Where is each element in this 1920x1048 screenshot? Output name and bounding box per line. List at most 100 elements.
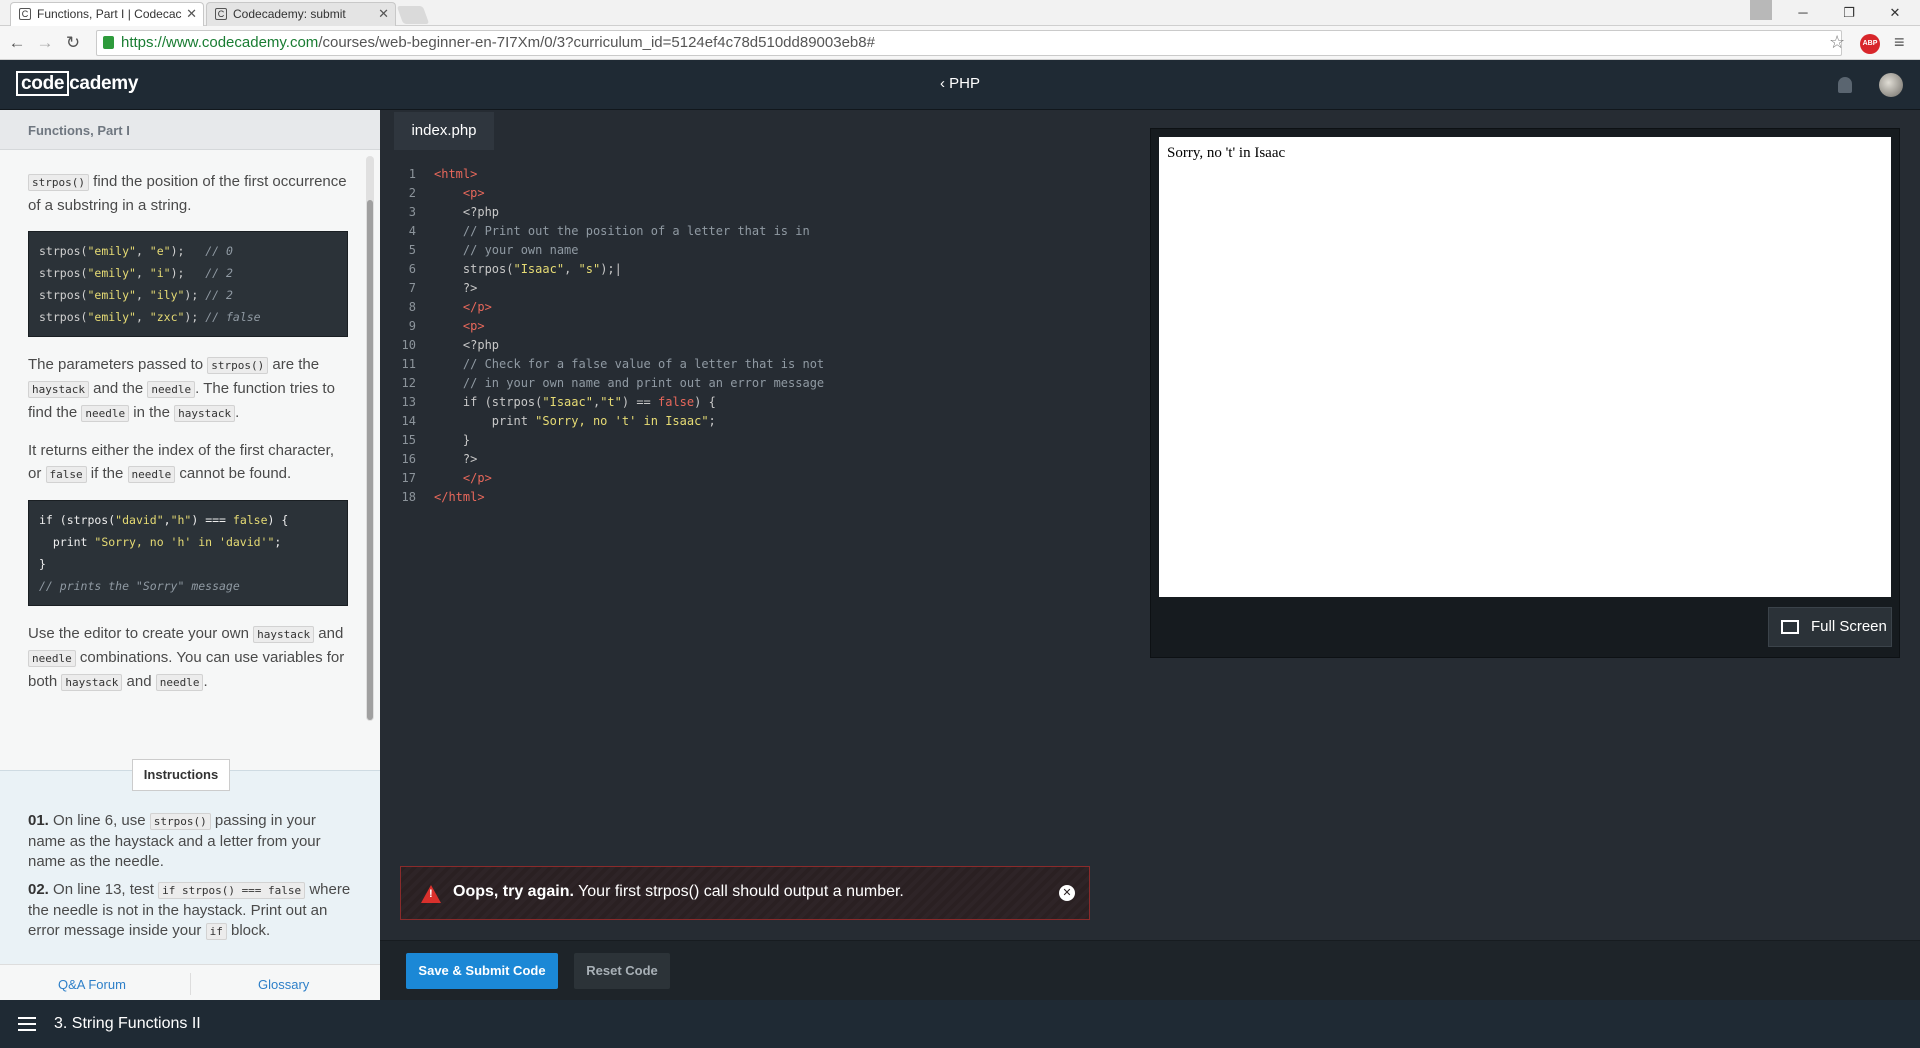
line-number: 8 [408, 300, 416, 314]
code-line[interactable]: 13 if (strpos("Isaac","t") == false) { [380, 393, 1110, 412]
reset-code-button[interactable]: Reset Code [574, 953, 670, 989]
line-number: 7 [408, 281, 416, 295]
code-line[interactable]: 15 } [380, 431, 1110, 450]
lesson-paragraph: strpos() find the position of the first … [28, 173, 347, 214]
line-number: 13 [401, 395, 416, 409]
code-line[interactable]: 10 <?php [380, 336, 1110, 355]
instructions-tab[interactable]: Instructions [132, 759, 230, 791]
code-line[interactable]: 7 ?> [380, 279, 1110, 298]
back-arrow-icon[interactable]: ← [6, 32, 28, 54]
divider [190, 973, 191, 995]
line-number: 3 [408, 205, 416, 219]
browser-menu-icon[interactable]: ≡ [1894, 32, 1905, 53]
lesson-scrollbar-thumb[interactable] [367, 200, 373, 720]
line-content[interactable]: <p> [434, 184, 485, 203]
code-line[interactable]: 1 <html> [380, 165, 1110, 184]
code-line[interactable]: 17 </p> [380, 469, 1110, 488]
new-tab-button[interactable] [396, 6, 430, 24]
avatar[interactable] [1879, 73, 1903, 97]
line-number: 15 [401, 433, 416, 447]
code-line[interactable]: 11 // Check for a false value of a lette… [380, 355, 1110, 374]
lesson-footer-links: Q&A Forum Glossary [0, 964, 380, 1000]
line-content[interactable]: </html> [434, 488, 485, 507]
codecademy-logo[interactable]: code cademy [16, 71, 138, 96]
course-title-link[interactable]: ‹ PHP [940, 75, 980, 92]
fullscreen-icon [1781, 620, 1799, 634]
code-line[interactable]: 18 </html> [380, 488, 1110, 507]
line-content[interactable]: <?php [434, 336, 499, 355]
full-screen-button[interactable]: Full Screen [1768, 607, 1892, 647]
qa-forum-link[interactable]: Q&A Forum [58, 977, 126, 992]
instruction-item: 01. On line 6, use strpos() passing in y… [28, 812, 321, 870]
code-line[interactable]: 14 print "Sorry, no 't' in Isaac"; [380, 412, 1110, 431]
line-content[interactable]: <?php [434, 203, 499, 222]
save-submit-button[interactable]: Save & Submit Code [406, 953, 558, 989]
glossary-link[interactable]: Glossary [258, 977, 309, 992]
tab-label: Codecademy: submit [233, 7, 346, 21]
code-line[interactable]: 9 <p> [380, 317, 1110, 336]
menu-icon[interactable] [18, 1017, 36, 1031]
code-example-line: strpos("emily", "e"); // 0 [39, 244, 233, 258]
close-error-icon[interactable]: ✕ [1059, 885, 1075, 901]
browser-tab-strip: C Functions, Part I | Codecac ✕ C Codeca… [0, 0, 1920, 26]
url-input[interactable]: https://www.codecademy.com/courses/web-b… [96, 30, 1842, 56]
preview-output-text: Sorry, no 't' in Isaac [1167, 145, 1286, 161]
code-example-line: strpos("emily", "zxc"); // false [39, 310, 261, 324]
line-content[interactable]: <p> [434, 317, 485, 336]
line-number: 5 [408, 243, 416, 257]
line-number: 12 [401, 376, 416, 390]
line-content[interactable]: // in your own name and print out an err… [434, 374, 824, 393]
close-tab-icon[interactable]: ✕ [186, 6, 197, 22]
code-line[interactable]: 8 </p> [380, 298, 1110, 317]
restore-icon[interactable]: ❐ [1826, 0, 1872, 26]
unit-title[interactable]: 3. String Functions II [54, 1015, 201, 1033]
lesson-title: Functions, Part I [0, 110, 380, 150]
line-content[interactable]: ?> [434, 279, 477, 298]
adblock-plus-icon[interactable]: ABP [1860, 34, 1880, 54]
line-content[interactable]: // Check for a false value of a letter t… [434, 355, 824, 374]
reload-icon[interactable]: ↻ [62, 32, 84, 54]
line-content[interactable]: // your own name [434, 241, 579, 260]
chevron-left-icon: ‹ [940, 75, 950, 92]
line-content[interactable]: strpos("Isaac", "s");| [434, 260, 622, 279]
code-line[interactable]: 2 <p> [380, 184, 1110, 203]
code-line[interactable]: 4 // Print out the position of a letter … [380, 222, 1110, 241]
line-number: 4 [408, 224, 416, 238]
close-window-icon[interactable]: ✕ [1872, 0, 1918, 26]
code-line[interactable]: 12 // in your own name and print out an … [380, 374, 1110, 393]
line-content[interactable]: ?> [434, 450, 477, 469]
line-content[interactable]: if (strpos("Isaac","t") == false) { [434, 393, 716, 412]
code-text-area[interactable]: 1 <html> 2 <p> 3 <?php 4 // Print out the po… [380, 165, 1110, 507]
line-content[interactable]: } [434, 431, 470, 450]
line-content[interactable]: print "Sorry, no 't' in Isaac"; [434, 412, 716, 431]
code-line[interactable]: 6 strpos("Isaac", "s");| [380, 260, 1110, 279]
code-example: if (strpos("david","h") === false) { pri… [28, 500, 348, 606]
line-number: 17 [401, 471, 416, 485]
code-example: strpos("emily", "e"); // 0 strpos("emily… [28, 231, 348, 337]
forward-arrow-icon[interactable]: → [34, 32, 56, 54]
browser-tab-inactive[interactable]: C Codecademy: submit ✕ [206, 2, 396, 26]
browser-tab-active[interactable]: C Functions, Part I | Codecac ✕ [10, 2, 204, 26]
lock-icon [103, 36, 114, 49]
codecademy-favicon-icon: C [19, 8, 31, 20]
code-line[interactable]: 16 ?> [380, 450, 1110, 469]
close-tab-icon[interactable]: ✕ [378, 6, 389, 22]
code-line[interactable]: 5 // your own name [380, 241, 1110, 260]
bookmark-star-icon[interactable]: ☆ [1829, 32, 1845, 53]
line-content[interactable]: // Print out the position of a letter th… [434, 222, 810, 241]
line-number: 1 [408, 167, 416, 181]
code-editor: index.php 1 <html> 2 <p> 3 <?php 4 // Print … [380, 110, 1110, 940]
line-content[interactable]: <html> [434, 165, 477, 184]
file-tab-index-php[interactable]: index.php [394, 112, 494, 150]
code-line[interactable]: 3 <?php [380, 203, 1110, 222]
output-preview: Sorry, no 't' in Isaac [1159, 137, 1891, 597]
line-number: 14 [401, 414, 416, 428]
line-content[interactable]: </p> [434, 298, 492, 317]
profile-icon[interactable] [1750, 0, 1772, 20]
line-number: 2 [408, 186, 416, 200]
tab-label: Functions, Part I | Codecac [37, 7, 182, 21]
line-content[interactable]: </p> [434, 469, 492, 488]
notification-bell-icon[interactable] [1838, 77, 1852, 93]
lesson-paragraph: Use the editor to create your own haysta… [28, 625, 345, 691]
minimize-icon[interactable]: ─ [1780, 0, 1826, 26]
